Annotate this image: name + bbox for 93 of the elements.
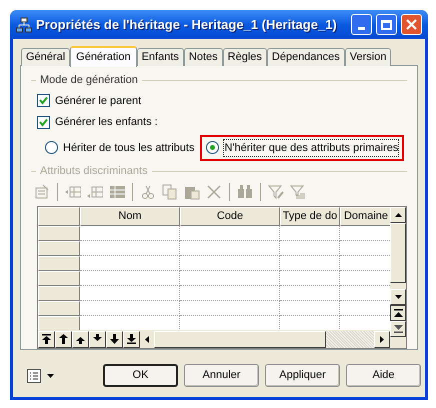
page-down-button[interactable] bbox=[106, 330, 123, 348]
dialog-button[interactable]: OK bbox=[103, 364, 178, 387]
tab[interactable]: Règles bbox=[222, 48, 267, 66]
checkbox-label[interactable]: Générer le parent bbox=[55, 92, 142, 109]
scrollbar-thumb[interactable] bbox=[154, 330, 326, 348]
scroll-up-button[interactable] bbox=[390, 207, 406, 224]
delete-icon[interactable] bbox=[206, 184, 222, 200]
table-cell[interactable] bbox=[180, 226, 280, 242]
table-cell[interactable] bbox=[80, 256, 180, 272]
row-header[interactable] bbox=[38, 316, 80, 332]
window-title: Propriétés de l'héritage - Heritage_1 (Heritage_1) bbox=[36, 16, 338, 34]
to-top-icon bbox=[394, 309, 402, 318]
row-header[interactable] bbox=[38, 241, 80, 256]
last-row-button[interactable] bbox=[123, 330, 140, 348]
dialog-button[interactable]: Aide bbox=[346, 364, 421, 387]
table-cell[interactable] bbox=[280, 241, 340, 256]
checkbox-label[interactable]: Générer les enfants : bbox=[55, 114, 158, 130]
insert-row-icon[interactable] bbox=[65, 184, 81, 200]
table-cell[interactable] bbox=[280, 286, 340, 302]
table-cell[interactable] bbox=[340, 301, 392, 316]
table-cell[interactable] bbox=[180, 271, 280, 286]
down-arrow-icon bbox=[394, 295, 402, 300]
radio-button[interactable] bbox=[45, 141, 58, 154]
to-bottom-icon bbox=[127, 334, 136, 344]
first-row-button[interactable] bbox=[38, 330, 55, 348]
table-cell[interactable] bbox=[180, 256, 280, 272]
table-cell[interactable] bbox=[280, 256, 340, 272]
scroll-bottom-button[interactable] bbox=[390, 321, 406, 338]
right-arrow-icon bbox=[380, 336, 384, 342]
row-header[interactable] bbox=[38, 286, 80, 302]
filter-icon[interactable] bbox=[268, 184, 284, 200]
row-header[interactable] bbox=[38, 226, 80, 242]
properties-icon[interactable] bbox=[34, 184, 50, 200]
close-icon bbox=[406, 19, 417, 30]
table-cell[interactable] bbox=[80, 226, 180, 242]
dialog-button[interactable]: Annuler bbox=[184, 364, 259, 387]
add-row-icon[interactable] bbox=[87, 184, 103, 200]
table-cell[interactable] bbox=[180, 286, 280, 302]
hierarchy-icon bbox=[16, 16, 32, 32]
next-row-button[interactable] bbox=[89, 330, 106, 348]
row-header[interactable] bbox=[38, 256, 80, 272]
table-cell[interactable] bbox=[80, 301, 180, 316]
binoculars-icon[interactable] bbox=[237, 184, 253, 200]
radio-label[interactable]: Hériter de tous les attributs bbox=[63, 140, 194, 156]
tab[interactable]: Génération bbox=[70, 46, 137, 67]
previous-row-button[interactable] bbox=[72, 330, 89, 348]
table-cell[interactable] bbox=[340, 286, 392, 302]
table-cell[interactable] bbox=[180, 301, 280, 316]
group-title: Attributs discriminants bbox=[40, 164, 148, 179]
table-cell[interactable] bbox=[80, 241, 180, 256]
copy-icon[interactable] bbox=[162, 184, 178, 200]
dropdown-arrow-icon[interactable] bbox=[47, 374, 54, 378]
table-cell[interactable] bbox=[340, 241, 392, 256]
table-cell[interactable] bbox=[80, 316, 180, 332]
to-top-icon bbox=[42, 334, 51, 344]
checkbox[interactable] bbox=[37, 94, 50, 108]
table-cell[interactable] bbox=[340, 271, 392, 286]
maximize-button[interactable] bbox=[376, 14, 397, 35]
row-header[interactable] bbox=[38, 271, 80, 286]
group-title: Mode de génération bbox=[40, 73, 138, 88]
clear-filter-icon[interactable] bbox=[290, 184, 306, 200]
checkbox[interactable] bbox=[37, 116, 50, 129]
table-cell[interactable] bbox=[340, 226, 392, 242]
dialog-button[interactable]: Appliquer bbox=[265, 364, 340, 387]
table-cell[interactable] bbox=[80, 271, 180, 286]
table-cell[interactable] bbox=[80, 286, 180, 302]
to-bottom-icon bbox=[394, 325, 402, 334]
list-icon[interactable] bbox=[27, 368, 41, 382]
scroll-right-button[interactable] bbox=[374, 330, 390, 348]
scroll-down-button[interactable] bbox=[390, 289, 406, 306]
table-cell[interactable] bbox=[280, 301, 340, 316]
table-cell[interactable] bbox=[280, 271, 340, 286]
up-arrow-icon bbox=[394, 213, 402, 218]
left-arrow-icon bbox=[145, 336, 149, 342]
page-up-button[interactable] bbox=[55, 330, 72, 348]
table-cell[interactable] bbox=[280, 226, 340, 242]
radio-label[interactable]: N'hériter que des attributs primaires bbox=[224, 140, 398, 156]
cut-icon[interactable] bbox=[140, 184, 156, 200]
scrollbar-thumb[interactable] bbox=[390, 223, 406, 284]
tab[interactable]: Version bbox=[344, 48, 392, 66]
tab[interactable]: Dépendances bbox=[266, 48, 345, 66]
tab[interactable]: Général bbox=[21, 48, 70, 66]
close-button[interactable] bbox=[401, 14, 422, 35]
minimize-button[interactable] bbox=[351, 14, 372, 35]
scroll-top-button[interactable] bbox=[390, 305, 406, 322]
radio-button[interactable] bbox=[206, 141, 220, 154]
table-cell[interactable] bbox=[180, 241, 280, 256]
table-icon[interactable] bbox=[109, 184, 125, 200]
table-cell[interactable] bbox=[340, 316, 392, 332]
row-header[interactable] bbox=[38, 301, 80, 316]
table-cell[interactable] bbox=[340, 256, 392, 272]
tab[interactable]: Enfants bbox=[136, 48, 184, 66]
tab[interactable]: Notes bbox=[184, 48, 223, 66]
